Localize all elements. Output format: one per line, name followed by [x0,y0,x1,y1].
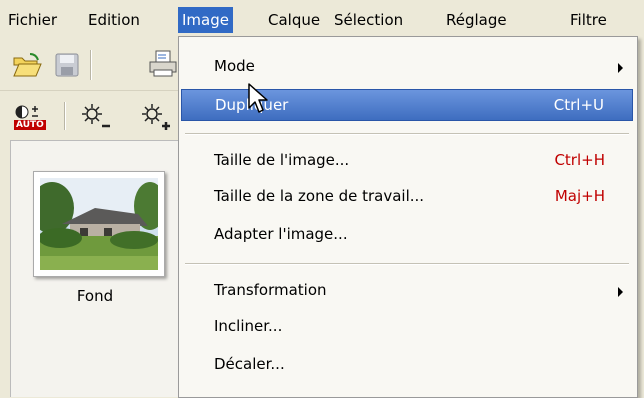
menu-calque[interactable]: Calque [264,7,324,33]
menu-item-decaler[interactable]: Décaler... [181,349,633,381]
layer-thumbnail-image [40,178,158,270]
auto-badge: AUTO [14,120,46,130]
open-folder-icon[interactable] [12,52,42,82]
menu-item-taille-zone[interactable]: Taille de la zone de travail... Maj+H [181,181,633,213]
brightness-minus-icon[interactable] [80,102,112,136]
menu-item-transformation[interactable]: Transformation [181,275,633,307]
menu-item-label: Décaler... [214,355,285,373]
menu-separator [185,263,629,265]
menu-item-label: Adapter l'image... [214,225,348,243]
menu-item-taille-image[interactable]: Taille de l'image... Ctrl+H [181,145,633,177]
menu-item-label: Mode [214,57,255,75]
menu-item-shortcut: Ctrl+H [554,151,605,169]
menu-separator [185,133,629,135]
submenu-arrow-icon [618,287,623,297]
menu-item-incliner[interactable]: Incliner... [181,311,633,343]
menu-item-shortcut: Ctrl+U [553,96,604,114]
menu-item-label: Transformation [214,281,327,299]
menu-item-label: Taille de la zone de travail... [214,187,425,205]
menu-edition[interactable]: Edition [84,7,144,33]
save-icon[interactable] [54,52,80,82]
menu-fichier[interactable]: Fichier [4,7,61,33]
menu-bar: Fichier Edition Image Calque Sélection R… [0,0,644,38]
menu-item-label: Incliner... [214,317,283,335]
menu-item-shortcut: Maj+H [554,187,605,205]
layers-panel: Fond [10,140,179,397]
adjust-toolbar: AUTO [0,92,180,140]
print-icon[interactable] [148,50,178,82]
menu-selection[interactable]: Sélection [330,7,407,33]
submenu-arrow-icon [618,63,623,73]
brightness-plus-icon[interactable] [140,102,176,136]
menu-item-mode[interactable]: Mode [181,51,633,83]
mouse-cursor-icon [247,82,271,120]
auto-exposure-icon[interactable]: AUTO [14,102,46,138]
main-toolbar [0,40,180,91]
menu-reglage[interactable]: Réglage [442,7,511,33]
layer-thumbnail[interactable] [33,171,165,277]
toolbar-separator [64,102,65,130]
menu-item-adapter-image[interactable]: Adapter l'image... [181,219,633,251]
menu-item-label: Taille de l'image... [214,151,350,169]
menu-image[interactable]: Image [178,7,233,33]
layer-name: Fond [76,287,114,305]
toolbar-separator [90,50,91,80]
menu-filtre[interactable]: Filtre [566,7,611,33]
